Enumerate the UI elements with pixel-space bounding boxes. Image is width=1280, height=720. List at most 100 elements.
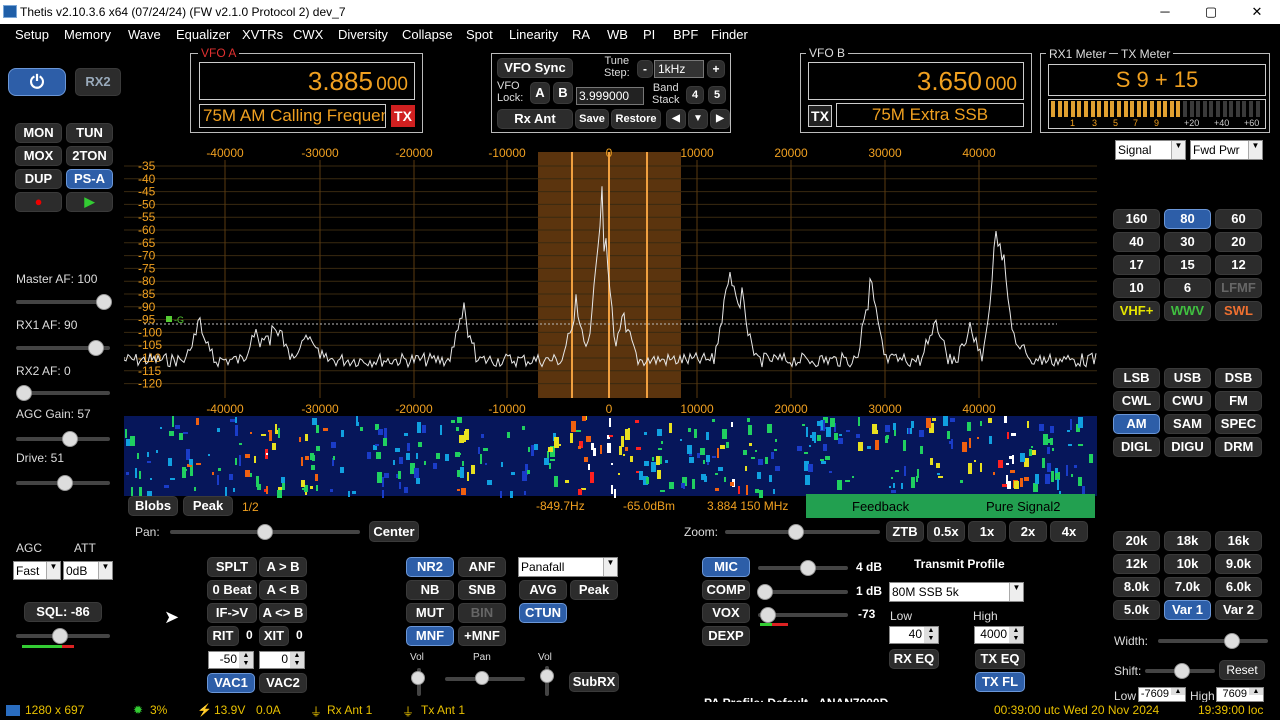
mode-spec-button[interactable]: SPEC [1215,414,1262,434]
filter-90k-button[interactable]: 9.0k [1215,554,1262,574]
band-160-button[interactable]: 160 [1113,209,1160,229]
menu-cwx[interactable]: CWX [293,27,323,42]
power-button[interactable]: ⏻ [8,68,66,96]
mode-digu-button[interactable]: DIGU [1164,437,1211,457]
spin-up-icon[interactable]: ▲ [924,627,938,635]
drive-knob[interactable] [56,475,73,491]
zoom-4x-button[interactable]: 4x [1050,521,1088,542]
vfo-sync-button[interactable]: VFO Sync [497,58,573,78]
mode-fm-button[interactable]: FM [1215,391,1262,411]
rit-button[interactable]: RIT [207,626,239,646]
filter-50k-button[interactable]: 5.0k [1113,600,1160,620]
menu-spot[interactable]: Spot [466,27,493,42]
menu-linearity[interactable]: Linearity [509,27,558,42]
mode-usb-button[interactable]: USB [1164,368,1211,388]
if-to-v-button[interactable]: IF->V [207,603,257,623]
width-knob[interactable] [1224,633,1240,649]
sql-button[interactable]: SQL: -86 [24,602,102,622]
rit-spinner[interactable]: -50 ▲ ▼ [208,651,254,669]
tx-low-spinner[interactable]: 40 ▲ ▼ [889,626,939,644]
nb-button[interactable]: NB [406,580,454,600]
filter-10k-button[interactable]: 10k [1164,554,1211,574]
down-icon[interactable]: ▼ [688,109,708,129]
filter-high-spinner[interactable]: 7609 ▲ [1216,687,1264,702]
vac1-button[interactable]: VAC1 [207,673,255,693]
rx2-af-knob[interactable] [16,385,32,401]
menu-collapse[interactable]: Collapse [402,27,453,42]
vfo-a-description[interactable]: 75M AM Calling Frequenc [199,104,386,128]
band-6-button[interactable]: 6 [1164,278,1211,298]
display-peak-button[interactable]: Peak [570,580,618,600]
subrx-button[interactable]: SubRX [569,672,619,692]
vfo-b-frequency[interactable]: 3.650 000 [808,62,1024,100]
band-17-button[interactable]: 17 [1113,255,1160,275]
filter-60k-button[interactable]: 6.0k [1215,577,1262,597]
comp-button[interactable]: COMP [702,580,750,600]
tx-fl-button[interactable]: TX FL [975,672,1025,692]
zoom-knob[interactable] [788,524,804,540]
band-30-button[interactable]: 30 [1164,232,1211,252]
filter-var2-button[interactable]: Var 2 [1215,600,1262,620]
mode-lsb-button[interactable]: LSB [1113,368,1160,388]
bin-button[interactable]: BIN [458,603,506,623]
spin-up-icon[interactable]: ▲ [1249,688,1263,695]
zero-beat-button[interactable]: 0 Beat [207,580,257,600]
tun-button[interactable]: TUN [66,123,113,143]
filter-16k-button[interactable]: 16k [1215,531,1262,551]
mnf-button[interactable]: MNF [406,626,454,646]
tx-meter-select[interactable]: Fwd Pwr ▼ [1190,140,1263,160]
vfo-lock-frequency[interactable]: 3.999000 [576,87,644,105]
filter-low-spinner[interactable]: -7609 ▲ [1138,687,1186,702]
spin-up-icon[interactable]: ▲ [1009,627,1023,635]
peak-button[interactable]: Peak [183,496,233,516]
display-mode-select[interactable]: Panafall ▼ [518,557,618,577]
vol2-knob[interactable] [540,669,554,683]
close-button[interactable]: ✕ [1234,2,1280,22]
vol-knob[interactable] [411,671,425,685]
filter-20k-button[interactable]: 20k [1113,531,1160,551]
swap-ab-button[interactable]: A <> B [259,603,307,623]
snb-button[interactable]: SNB [458,580,506,600]
subrx-pan-knob[interactable] [475,671,489,685]
comp-knob[interactable] [757,584,773,600]
vox-button[interactable]: VOX [702,603,750,623]
agc-gain-knob[interactable] [61,431,78,447]
vac2-button[interactable]: VAC2 [259,673,307,693]
mode-cwl-button[interactable]: CWL [1113,391,1160,411]
band-40-button[interactable]: 40 [1113,232,1160,252]
band-lfmf-button[interactable]: LFMF [1215,278,1262,298]
rx-ant-button[interactable]: Rx Ant [497,109,573,129]
play-button[interactable]: ▶ [66,192,113,212]
rx-eq-button[interactable]: RX EQ [889,649,939,669]
agc-select[interactable]: Fast ▼ [13,561,61,580]
master-af-knob[interactable] [96,294,112,310]
anf-button[interactable]: ANF [458,557,506,577]
record-button[interactable]: ● [15,192,62,212]
menu-wb[interactable]: WB [607,27,628,42]
tx-high-spinner[interactable]: 4000 ▲ ▼ [974,626,1024,644]
spin-up-icon[interactable]: ▲ [239,652,253,660]
a-to-b-button[interactable]: A > B [259,557,307,577]
spin-up-icon[interactable]: ▲ [290,652,304,660]
band-12-button[interactable]: 12 [1215,255,1262,275]
mode-drm-button[interactable]: DRM [1215,437,1262,457]
menu-xvtrs[interactable]: XVTRs [242,27,283,42]
dup-button[interactable]: DUP [15,169,62,189]
menu-diversity[interactable]: Diversity [338,27,388,42]
menu-pi[interactable]: PI [643,27,655,42]
avg-button[interactable]: AVG [519,580,567,600]
filter-var1-button[interactable]: Var 1 [1164,600,1211,620]
ctun-button[interactable]: CTUN [519,603,567,623]
tune-step-plus-button[interactable]: + [707,60,725,78]
transmit-profile-select[interactable]: 80M SSB 5k ▼ [889,582,1024,602]
tune-step-value[interactable]: 1kHz [654,60,704,78]
prev-icon[interactable]: ◀ [666,109,686,129]
mute-button[interactable]: MUT [406,603,454,623]
menu-setup[interactable]: Setup [15,27,49,42]
split-button[interactable]: SPLT [207,557,257,577]
xit-spinner[interactable]: 0 ▲ ▼ [259,651,305,669]
rx1-af-knob[interactable] [88,340,104,356]
mode-cwu-button[interactable]: CWU [1164,391,1211,411]
band-vhf-button[interactable]: VHF+ [1113,301,1160,321]
zoom-05x-button[interactable]: 0.5x [927,521,965,542]
